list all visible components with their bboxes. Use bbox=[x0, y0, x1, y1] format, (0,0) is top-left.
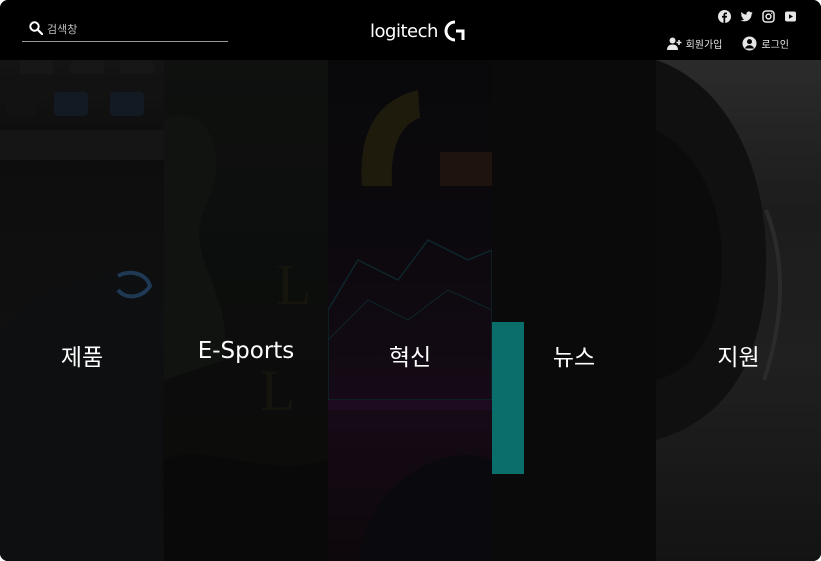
header: logitech 회원가입 bbox=[0, 0, 821, 60]
panel-label: E-Sports bbox=[197, 338, 295, 364]
logitech-g-icon bbox=[444, 20, 465, 42]
panel-news[interactable]: 뉴스 bbox=[492, 60, 656, 561]
panel-products[interactable]: 제품 bbox=[0, 60, 164, 561]
instagram-icon[interactable] bbox=[762, 8, 775, 23]
login-link[interactable]: 로그인 bbox=[742, 36, 789, 51]
signup-link[interactable]: 회원가입 bbox=[666, 36, 723, 51]
svg-text:L: L bbox=[260, 358, 295, 423]
category-panels: 제품 L L E-Sports 혁신 뉴스 지원 bbox=[0, 60, 821, 561]
search-icon[interactable] bbox=[29, 21, 43, 35]
esports-artwork-image: L L bbox=[164, 115, 328, 561]
panel-label: 혁신 bbox=[388, 345, 432, 371]
user-circle-icon bbox=[742, 36, 757, 51]
panel-label: 지원 bbox=[717, 345, 760, 371]
panel-support[interactable]: 지원 bbox=[656, 60, 821, 561]
search-box[interactable] bbox=[22, 18, 228, 42]
panel-label: 뉴스 bbox=[552, 345, 596, 371]
panel-label: 제품 bbox=[60, 345, 104, 371]
signup-label: 회원가입 bbox=[685, 40, 723, 51]
app-window: logitech 회원가입 bbox=[0, 0, 821, 561]
login-label: 로그인 bbox=[761, 40, 789, 51]
mouse-image bbox=[0, 60, 164, 561]
twitter-icon[interactable] bbox=[740, 8, 753, 22]
headset-image bbox=[656, 60, 782, 440]
panel-esports[interactable]: L L E-Sports bbox=[164, 60, 328, 561]
innovation-artwork-image bbox=[328, 90, 492, 561]
svg-text:L: L bbox=[276, 252, 311, 317]
social-links bbox=[718, 8, 797, 23]
youtube-icon[interactable] bbox=[784, 8, 797, 22]
add-user-icon bbox=[666, 37, 682, 50]
logo-text: logitech bbox=[370, 20, 438, 42]
logo[interactable]: logitech bbox=[370, 16, 466, 46]
facebook-icon[interactable] bbox=[718, 8, 731, 23]
account-links: 회원가입 로그인 bbox=[666, 36, 789, 51]
panel-innovation[interactable]: 혁신 bbox=[328, 60, 492, 561]
search-input[interactable] bbox=[47, 20, 222, 38]
